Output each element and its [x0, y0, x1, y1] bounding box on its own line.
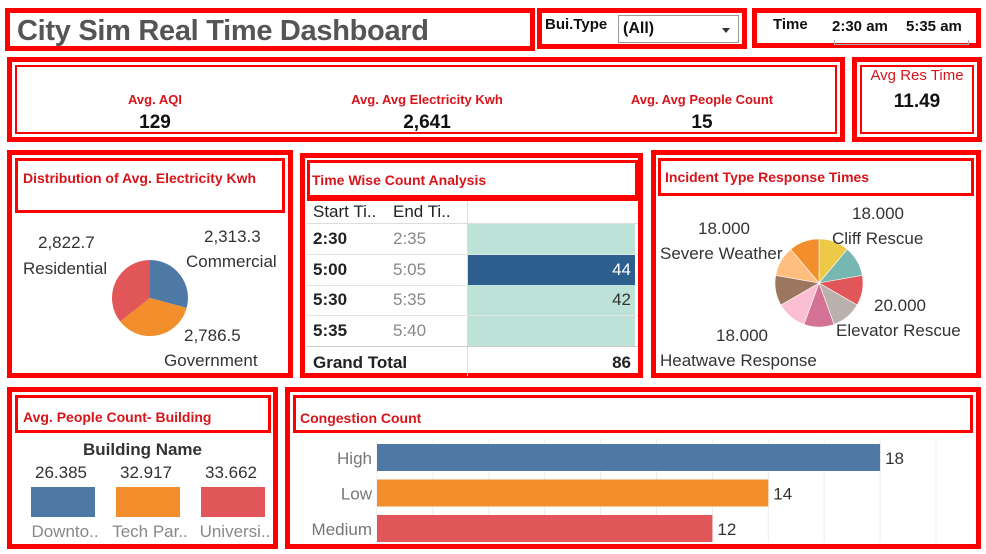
res-time-value: 11.49 — [893, 91, 941, 112]
commercial-value: 2,313.3 — [204, 227, 261, 246]
category-label: Medium — [312, 520, 372, 539]
severe-weather-label: Severe Weather — [660, 244, 783, 263]
res-time-label: Avg Res Time — [870, 67, 964, 84]
dashboard-title: City Sim Real Time Dashboard — [17, 15, 429, 47]
chevron-down-icon[interactable] — [722, 28, 730, 33]
bar-value-label: 14 — [773, 485, 792, 504]
government-label: Government — [164, 351, 258, 370]
category-label: Low — [341, 485, 373, 504]
bar-value-label: 12 — [717, 520, 736, 539]
end-time-cell: 5:40 — [393, 320, 427, 340]
building-type-dropdown[interactable]: (All) — [618, 15, 739, 43]
building-bar[interactable] — [31, 487, 95, 517]
table-row[interactable]: 2:30 2:35 — [307, 224, 638, 255]
people-title: Avg. People Count- Building — [23, 409, 212, 425]
start-time-cell: 5:00 — [313, 259, 348, 279]
grand-total-value: 86 — [612, 353, 631, 372]
kpi-people-label: Avg. Avg People Count — [630, 92, 774, 107]
table-row[interactable]: 5:30 5:35 42 — [307, 285, 638, 316]
timewise-table: Start Ti.. End Ti.. 2:30 2:35 5:00 5:05 44 5:… — [307, 198, 638, 376]
time-start-value: 2:30 am — [832, 18, 888, 35]
people-panel: Avg. People Count- Building Building Nam… — [7, 387, 278, 549]
timewise-panel: Time Wise Count Analysis Start Ti.. End … — [300, 153, 643, 378]
congestion-chart: High 18 Low 14 Medium 12 — [312, 439, 937, 542]
building-name-label: Downto.. — [31, 522, 99, 541]
col-header-end[interactable]: End Ti.. — [393, 202, 451, 222]
kpi-aqi-label: Avg. AQI — [128, 92, 182, 107]
bar-value-label: 18 — [885, 449, 904, 468]
building-name-label: Universi.. — [199, 522, 271, 541]
header-bar: City Sim Real Time Dashboard — [5, 8, 535, 51]
building-name-header: Building Name — [82, 440, 202, 459]
incidents-title: Incident Type Response Times — [665, 169, 870, 185]
dropdown-value: (All) — [623, 20, 655, 37]
elevator-rescue-value: 20.000 — [874, 296, 926, 315]
count-value: 44 — [612, 259, 631, 279]
start-time-cell: 5:35 — [313, 320, 348, 340]
building-bar-value: 33.662 — [205, 463, 257, 482]
count-cell[interactable]: 42 — [468, 285, 635, 315]
table-row[interactable]: 5:35 5:40 — [307, 315, 638, 347]
count-value: 42 — [612, 290, 631, 309]
congestion-title: Congestion Count — [300, 410, 422, 426]
congestion-bar-low[interactable] — [377, 479, 769, 507]
time-filter: Time 2:30 am 5:35 am — [752, 8, 981, 48]
building-name-label: Tech Par.. — [112, 522, 188, 541]
commercial-label: Commercial — [186, 252, 277, 271]
time-slider-track[interactable] — [834, 40, 969, 45]
congestion-panel: Congestion Count High 18 Low 14 Medium 12 — [285, 387, 981, 549]
residential-label: Residential — [23, 259, 108, 278]
timewise-title: Time Wise Count Analysis — [312, 172, 487, 188]
building-bar[interactable] — [201, 487, 265, 517]
time-label: Time — [773, 16, 808, 33]
elevator-rescue-label: Elevator Rescue — [836, 321, 961, 340]
building-bar[interactable] — [116, 487, 180, 517]
end-time-cell: 5:05 — [393, 259, 427, 279]
end-time-cell: 2:35 — [393, 229, 427, 248]
kpi-panel: Avg. AQI 129 Avg. Avg Electricity Kwh 2,… — [7, 57, 845, 142]
cliff-rescue-label: Cliff Rescue — [832, 229, 924, 248]
filter-label: Bui.Type — [545, 16, 608, 33]
count-cell[interactable]: 44 — [468, 254, 635, 285]
building-bar-value: 26.385 — [35, 463, 87, 482]
category-label: High — [337, 449, 372, 468]
incidents-panel: Incident Type Response Times 18.000 Seve… — [651, 150, 981, 378]
building-type-filter: Bui.Type (All) — [537, 8, 747, 49]
kpi-aqi-value: 129 — [139, 112, 171, 133]
kpi-electricity-label: Avg. Avg Electricity Kwh — [351, 92, 503, 107]
res-time-panel: Avg Res Time 11.49 — [852, 57, 982, 142]
electricity-panel: Distribution of Avg. Electricity Kwh 2,8… — [7, 150, 293, 378]
col-header-start[interactable]: Start Ti.. — [313, 202, 376, 222]
count-cell[interactable] — [468, 224, 635, 254]
kpi-electricity-value: 2,641 — [403, 112, 451, 133]
cliff-rescue-value: 18.000 — [852, 204, 904, 223]
heatwave-value: 18.000 — [716, 326, 768, 345]
congestion-bar-medium[interactable] — [377, 515, 713, 542]
building-bar-value: 32.917 — [120, 463, 172, 482]
kpi-people-value: 15 — [691, 112, 713, 133]
electricity-title: Distribution of Avg. Electricity Kwh — [23, 170, 257, 186]
grand-total-label: Grand Total — [313, 353, 408, 372]
time-end-value: 5:35 am — [906, 18, 962, 35]
table-row[interactable]: 5:00 5:05 44 — [307, 254, 638, 286]
heatwave-label: Heatwave Response — [660, 351, 817, 370]
count-cell[interactable] — [468, 315, 635, 346]
severe-weather-value: 18.000 — [698, 219, 750, 238]
residential-value: 2,822.7 — [38, 233, 95, 252]
congestion-bar-high[interactable] — [377, 444, 881, 471]
government-value: 2,786.5 — [184, 326, 241, 345]
start-time-cell: 5:30 — [313, 290, 348, 309]
end-time-cell: 5:35 — [393, 290, 427, 309]
start-time-cell: 2:30 — [313, 229, 348, 248]
